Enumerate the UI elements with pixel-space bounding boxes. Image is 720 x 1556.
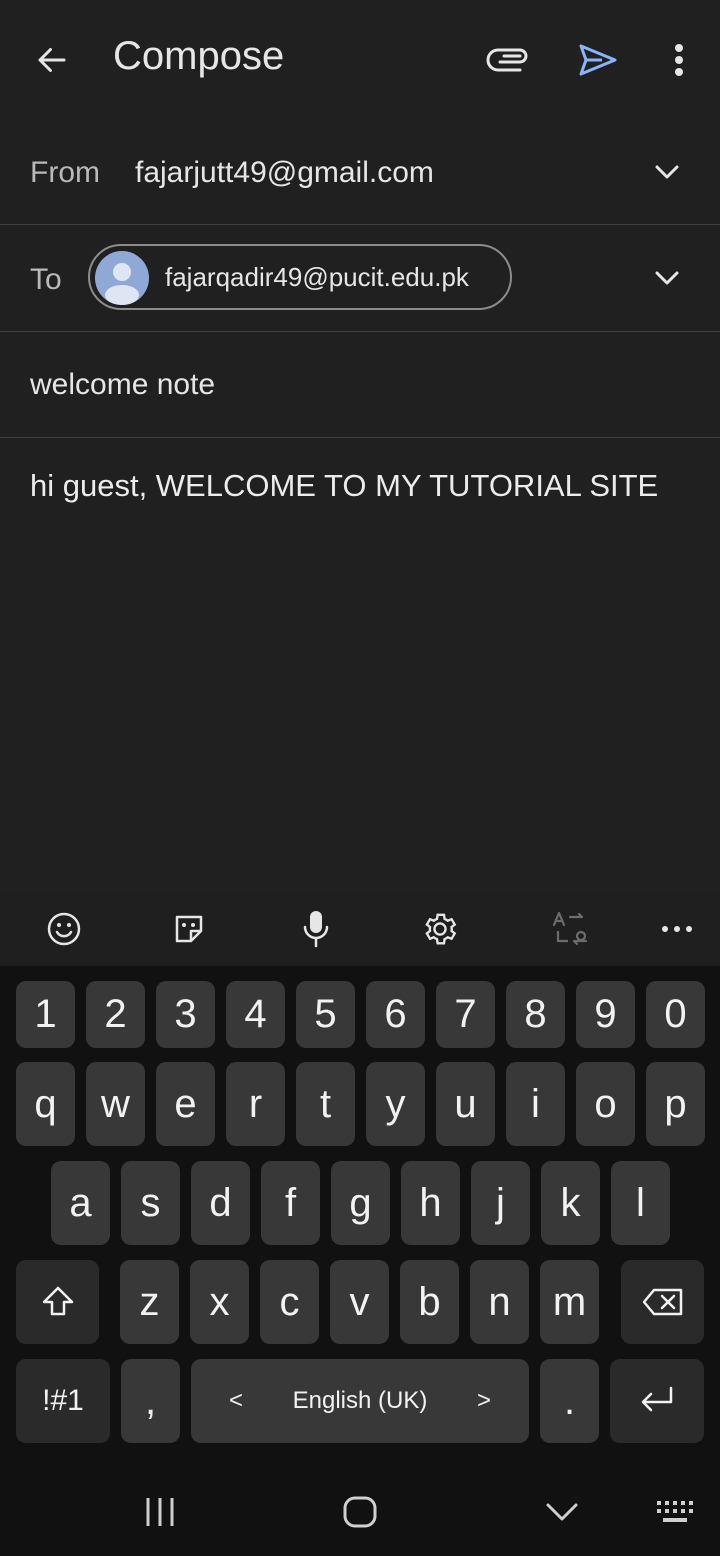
from-row[interactable]: From fajarjutt49@gmail.com [0,118,720,225]
page-title: Compose [113,34,285,78]
letter-key[interactable]: o [576,1062,635,1146]
mic-icon[interactable] [292,907,340,951]
number-key[interactable]: 8 [506,981,565,1048]
avatar [95,251,149,305]
number-key[interactable]: 7 [436,981,495,1048]
number-key[interactable]: 2 [86,981,145,1048]
emoji-icon[interactable] [40,909,88,949]
number-key[interactable]: 1 [16,981,75,1048]
space-left-arrow: < [229,1387,244,1414]
keyboard-switch-icon[interactable] [652,1494,698,1530]
letter-key[interactable]: s [121,1161,180,1245]
subject-row[interactable]: welcome note [0,332,720,438]
keyboard-toolbar [0,891,720,966]
back-arrow-icon[interactable] [30,38,74,82]
more-vert-icon[interactable] [662,36,696,84]
letter-key[interactable]: x [190,1260,249,1344]
body-field[interactable]: hi guest, WELCOME TO MY TUTORIAL SITE [30,468,658,504]
send-icon[interactable] [572,36,624,84]
letter-key[interactable]: c [260,1260,319,1344]
space-right-arrow: > [476,1387,491,1414]
letter-key[interactable]: d [191,1161,250,1245]
letter-key[interactable]: g [331,1161,390,1245]
number-key[interactable]: 5 [296,981,355,1048]
comma-key[interactable]: , [121,1359,180,1443]
letter-key[interactable]: q [16,1062,75,1146]
backspace-key[interactable] [621,1260,704,1344]
translate-icon[interactable] [546,909,594,949]
subject-field[interactable]: welcome note [30,368,215,402]
chevron-down-icon[interactable] [648,154,686,190]
number-key[interactable]: 0 [646,981,705,1048]
settings-icon[interactable] [416,909,464,949]
letter-key[interactable]: a [51,1161,110,1245]
letter-key[interactable]: u [436,1062,495,1146]
letter-key[interactable]: j [471,1161,530,1245]
letter-key[interactable]: f [261,1161,320,1245]
letter-key[interactable]: v [330,1260,389,1344]
from-account[interactable]: fajarjutt49@gmail.com [135,156,434,190]
enter-key[interactable] [610,1359,704,1443]
letter-key[interactable]: n [470,1260,529,1344]
letter-key[interactable]: i [506,1062,565,1146]
letter-key[interactable]: e [156,1062,215,1146]
symbols-key[interactable]: !#1 [16,1359,110,1443]
space-key[interactable]: < English (UK) > [191,1359,529,1443]
letter-key[interactable]: w [86,1062,145,1146]
to-label: To [30,263,62,296]
chevron-down-icon[interactable] [648,260,686,296]
attach-icon[interactable] [482,36,534,84]
number-key[interactable]: 4 [226,981,285,1048]
number-key[interactable]: 3 [156,981,215,1048]
letter-key[interactable]: m [540,1260,599,1344]
shift-key[interactable] [16,1260,99,1344]
letter-key[interactable]: p [646,1062,705,1146]
recents-icon[interactable] [138,1490,182,1534]
from-label: From [30,156,100,189]
space-language-label: English (UK) [292,1387,428,1414]
letter-key[interactable]: h [401,1161,460,1245]
more-horiz-icon[interactable] [656,909,698,949]
period-key[interactable]: . [540,1359,599,1443]
recipient-email: fajarqadir49@pucit.edu.pk [165,262,469,292]
number-key[interactable]: 9 [576,981,635,1048]
letter-key[interactable]: l [611,1161,670,1245]
app-bar: Compose [0,0,720,118]
number-key[interactable]: 6 [366,981,425,1048]
letter-key[interactable]: y [366,1062,425,1146]
letter-key[interactable]: t [296,1062,355,1146]
sticker-icon[interactable] [165,909,213,949]
keyboard: 1234567890 qwertyuiop asdfghjkl zxcvbnm … [0,966,720,1466]
letter-key[interactable]: k [541,1161,600,1245]
letter-key[interactable]: r [226,1062,285,1146]
system-nav-bar [0,1466,720,1556]
home-icon[interactable] [338,1490,382,1534]
letter-key[interactable]: z [120,1260,179,1344]
hide-keyboard-icon[interactable] [540,1490,584,1534]
letter-key[interactable]: b [400,1260,459,1344]
recipient-chip[interactable]: fajarqadir49@pucit.edu.pk [88,244,512,310]
